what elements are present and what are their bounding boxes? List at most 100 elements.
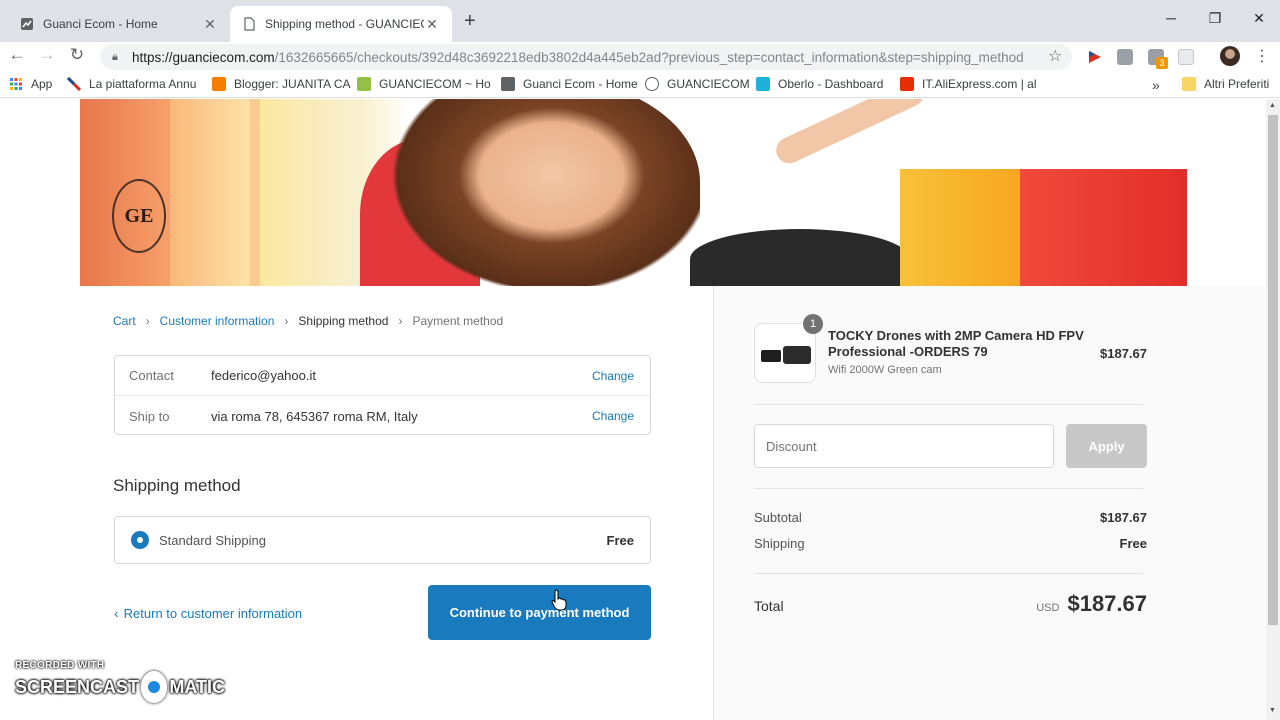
shipping-option-price: Free	[606, 532, 634, 548]
bookmark-star-icon[interactable]: ☆	[1048, 46, 1062, 66]
tab-guanci-ecom-home[interactable]: Guanci Ecom - Home ✕	[8, 6, 230, 42]
store-banner: GE	[80, 99, 1187, 286]
reload-icon[interactable]: ↻	[66, 45, 88, 65]
breadcrumb-cart[interactable]: Cart	[113, 314, 136, 328]
product-name: TOCKY Drones with 2MP Camera HD FPV Prof…	[828, 328, 1084, 359]
tab-shipping-method[interactable]: Shipping method - GUANCIECOM ✕	[230, 6, 452, 42]
bookmark-aliexpress[interactable]: IT.AliExpress.com | al	[900, 77, 1036, 91]
folder-icon	[1182, 77, 1196, 91]
contact-label: Contact	[129, 368, 174, 383]
bag-image	[170, 99, 250, 286]
close-icon[interactable]: ✕	[202, 16, 218, 33]
change-contact-link[interactable]: Change	[580, 369, 650, 383]
drone-image	[783, 346, 811, 364]
scrollbar-thumb[interactable]	[1268, 115, 1278, 625]
return-label: Return to customer information	[123, 605, 303, 621]
review-block: Contact federico@yahoo.it Change Ship to…	[114, 355, 651, 435]
apply-discount-button[interactable]: Apply	[1066, 424, 1147, 468]
divider	[754, 488, 1143, 489]
browser-toolbar: ← → ↻ 🔒︎ https://guanciecom.com/16326656…	[0, 42, 1280, 72]
shipping-line: Shipping Free	[754, 536, 1147, 551]
scroll-down-icon[interactable]: ▼	[1269, 707, 1276, 714]
menu-icon[interactable]: ⋮	[1254, 46, 1270, 66]
bookmark-label: GUANCIECOM ~ Ho	[379, 77, 491, 91]
ship-to-label: Ship to	[129, 408, 170, 424]
bookmark-label: GUANCIECOM	[667, 77, 750, 91]
shipping-option-standard[interactable]: Standard Shipping Free	[114, 516, 651, 564]
divider	[754, 573, 1143, 574]
model-image	[690, 229, 910, 286]
bookmark-blogger[interactable]: Blogger: JUANITA CA	[212, 77, 350, 91]
bookmark-label: App	[31, 77, 53, 91]
bookmark-oberlo[interactable]: Oberlo - Dashboard	[756, 77, 883, 91]
model-image	[772, 99, 928, 168]
watermark-top: RECORDED WITH	[15, 660, 105, 671]
more-bookmarks-icon[interactable]: »	[1152, 77, 1160, 93]
extension-icon[interactable]	[1178, 49, 1194, 65]
tab-title: Shipping method - GUANCIECOM	[265, 17, 424, 31]
bookmarks-bar: App La piattaforma Annu Blogger: JUANITA…	[0, 72, 1280, 98]
close-icon[interactable]: ✕	[424, 16, 440, 33]
shipping-value: Free	[1119, 536, 1147, 551]
code-extension-icon[interactable]	[1117, 49, 1133, 65]
shipping-option-name: Standard Shipping	[159, 532, 266, 548]
address-bar[interactable]: 🔒︎ https://guanciecom.com/1632665665/che…	[100, 44, 1072, 70]
breadcrumb: Cart › Customer information › Shipping m…	[113, 314, 503, 328]
scrollbar[interactable]: ▲ ▼	[1266, 99, 1280, 720]
analytics-icon	[21, 18, 33, 30]
watermark-left: SCREENCAST	[15, 676, 140, 697]
shipping-label: Shipping	[754, 536, 805, 551]
flag-extension-icon[interactable]	[1087, 49, 1103, 65]
bag-image	[1020, 169, 1187, 286]
store-logo[interactable]: GE	[112, 179, 166, 253]
flag-icon	[67, 77, 81, 91]
breadcrumb-payment-method: Payment method	[412, 314, 504, 328]
watermark-right: MATIC	[169, 676, 225, 697]
total-value: $187.67	[1067, 591, 1147, 616]
bookmark-guanci-ecom-home[interactable]: Guanci Ecom - Home	[501, 77, 638, 91]
contact-value: federico@yahoo.it	[211, 368, 316, 383]
chevron-left-icon: ‹	[114, 605, 119, 621]
page-icon	[244, 17, 255, 31]
bookmark-label: Altri Preferiti	[1204, 77, 1270, 91]
chevron-right-icon: ›	[145, 314, 150, 328]
total-amount-group: USD $187.67	[1036, 591, 1147, 617]
bookmark-other[interactable]: Altri Preferiti	[1182, 77, 1269, 91]
scroll-up-icon[interactable]: ▲	[1269, 102, 1276, 109]
bookmark-la-piattaforma[interactable]: La piattaforma Annu	[67, 77, 196, 91]
currency-code: USD	[1036, 602, 1060, 614]
chevron-right-icon: ›	[398, 314, 403, 328]
back-icon[interactable]: ←	[6, 45, 28, 65]
change-address-link[interactable]: Change	[580, 409, 650, 423]
bookmark-guanciecom-shop[interactable]: GUANCIECOM ~ Ho	[357, 77, 491, 91]
product-variant: Wifi 2000W Green cam	[828, 364, 942, 376]
page-icon	[501, 77, 515, 91]
subtotal-label: Subtotal	[754, 510, 802, 525]
chevron-right-icon: ›	[284, 314, 289, 328]
subtotal-value: $187.67	[1100, 510, 1147, 525]
url-path: /1632665665/checkouts/392d48c3692218edb3…	[274, 49, 1024, 65]
new-tab-icon[interactable]: +	[464, 10, 476, 33]
continue-to-payment-button[interactable]: Continue to payment method	[428, 585, 651, 640]
return-to-customer-information-link[interactable]: ‹ Return to customer information	[114, 605, 302, 621]
divider	[754, 404, 1143, 405]
restore-icon[interactable]: ❐	[1200, 10, 1230, 27]
forward-icon[interactable]: →	[36, 45, 58, 65]
model-image	[370, 99, 700, 286]
bookmark-guanciecom[interactable]: GUANCIECOM	[645, 77, 750, 91]
watermark-main: SCREENCAST MATIC	[15, 671, 225, 703]
close-window-icon[interactable]: ✕	[1244, 10, 1274, 27]
tab-title: Guanci Ecom - Home	[43, 17, 158, 31]
url-host: https://guanciecom.com	[132, 49, 275, 65]
review-ship-to-row: Ship to via roma 78, 645367 roma RM, Ita…	[115, 396, 650, 436]
breadcrumb-customer-information[interactable]: Customer information	[160, 314, 275, 328]
minimize-icon[interactable]: ─	[1156, 10, 1186, 26]
total-label: Total	[754, 598, 784, 614]
discount-input[interactable]	[754, 424, 1054, 468]
bookmark-label: Oberlo - Dashboard	[778, 77, 884, 91]
bookmark-app[interactable]: App	[9, 77, 52, 91]
lock-icon: 🔒︎	[112, 50, 118, 63]
subtotal-line: Subtotal $187.67	[754, 510, 1147, 525]
avatar[interactable]	[1220, 46, 1240, 66]
radio-selected[interactable]	[131, 531, 149, 549]
